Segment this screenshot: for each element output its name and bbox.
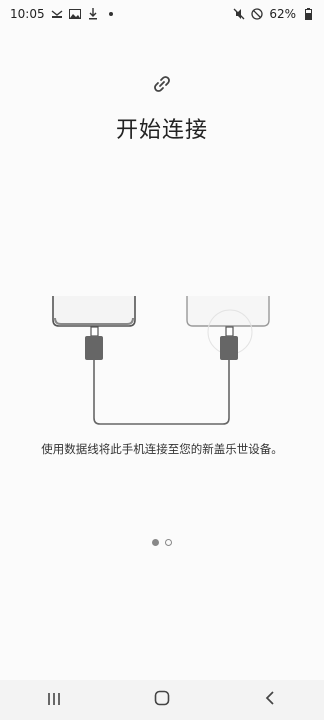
home-icon — [154, 690, 170, 710]
download-icon — [87, 8, 99, 20]
usb-cable — [93, 360, 230, 425]
instruction-text: 使用数据线将此手机连接至您的新盖乐世设备。 — [41, 442, 283, 456]
home-button[interactable] — [142, 684, 182, 716]
page-indicator — [0, 539, 324, 546]
right-cable-connector — [220, 326, 238, 360]
do-not-disturb-icon — [251, 8, 263, 20]
status-time: 10:05 — [10, 7, 45, 21]
notification-tray-icon — [51, 8, 63, 20]
recents-icon — [46, 691, 62, 710]
page-dot-inactive — [165, 539, 172, 546]
mute-icon — [233, 8, 245, 20]
left-cable-connector — [85, 326, 103, 360]
connection-illustration — [0, 280, 324, 440]
page-dot-active — [152, 539, 159, 546]
more-notifications-dot-icon — [105, 8, 117, 20]
navigation-bar — [0, 680, 324, 720]
status-left: 10:05 — [10, 7, 117, 21]
old-phone-graphic — [52, 296, 136, 327]
status-right: 62% — [233, 7, 314, 21]
page-title: 开始连接 — [115, 118, 208, 143]
back-icon — [264, 690, 276, 710]
back-button[interactable] — [250, 684, 290, 716]
recents-button[interactable] — [34, 684, 74, 716]
battery-icon — [302, 8, 314, 20]
status-bar: 10:05 62% — [0, 0, 324, 28]
image-icon — [68, 8, 81, 20]
link-icon — [151, 73, 173, 95]
battery-percent: 62% — [269, 7, 296, 21]
